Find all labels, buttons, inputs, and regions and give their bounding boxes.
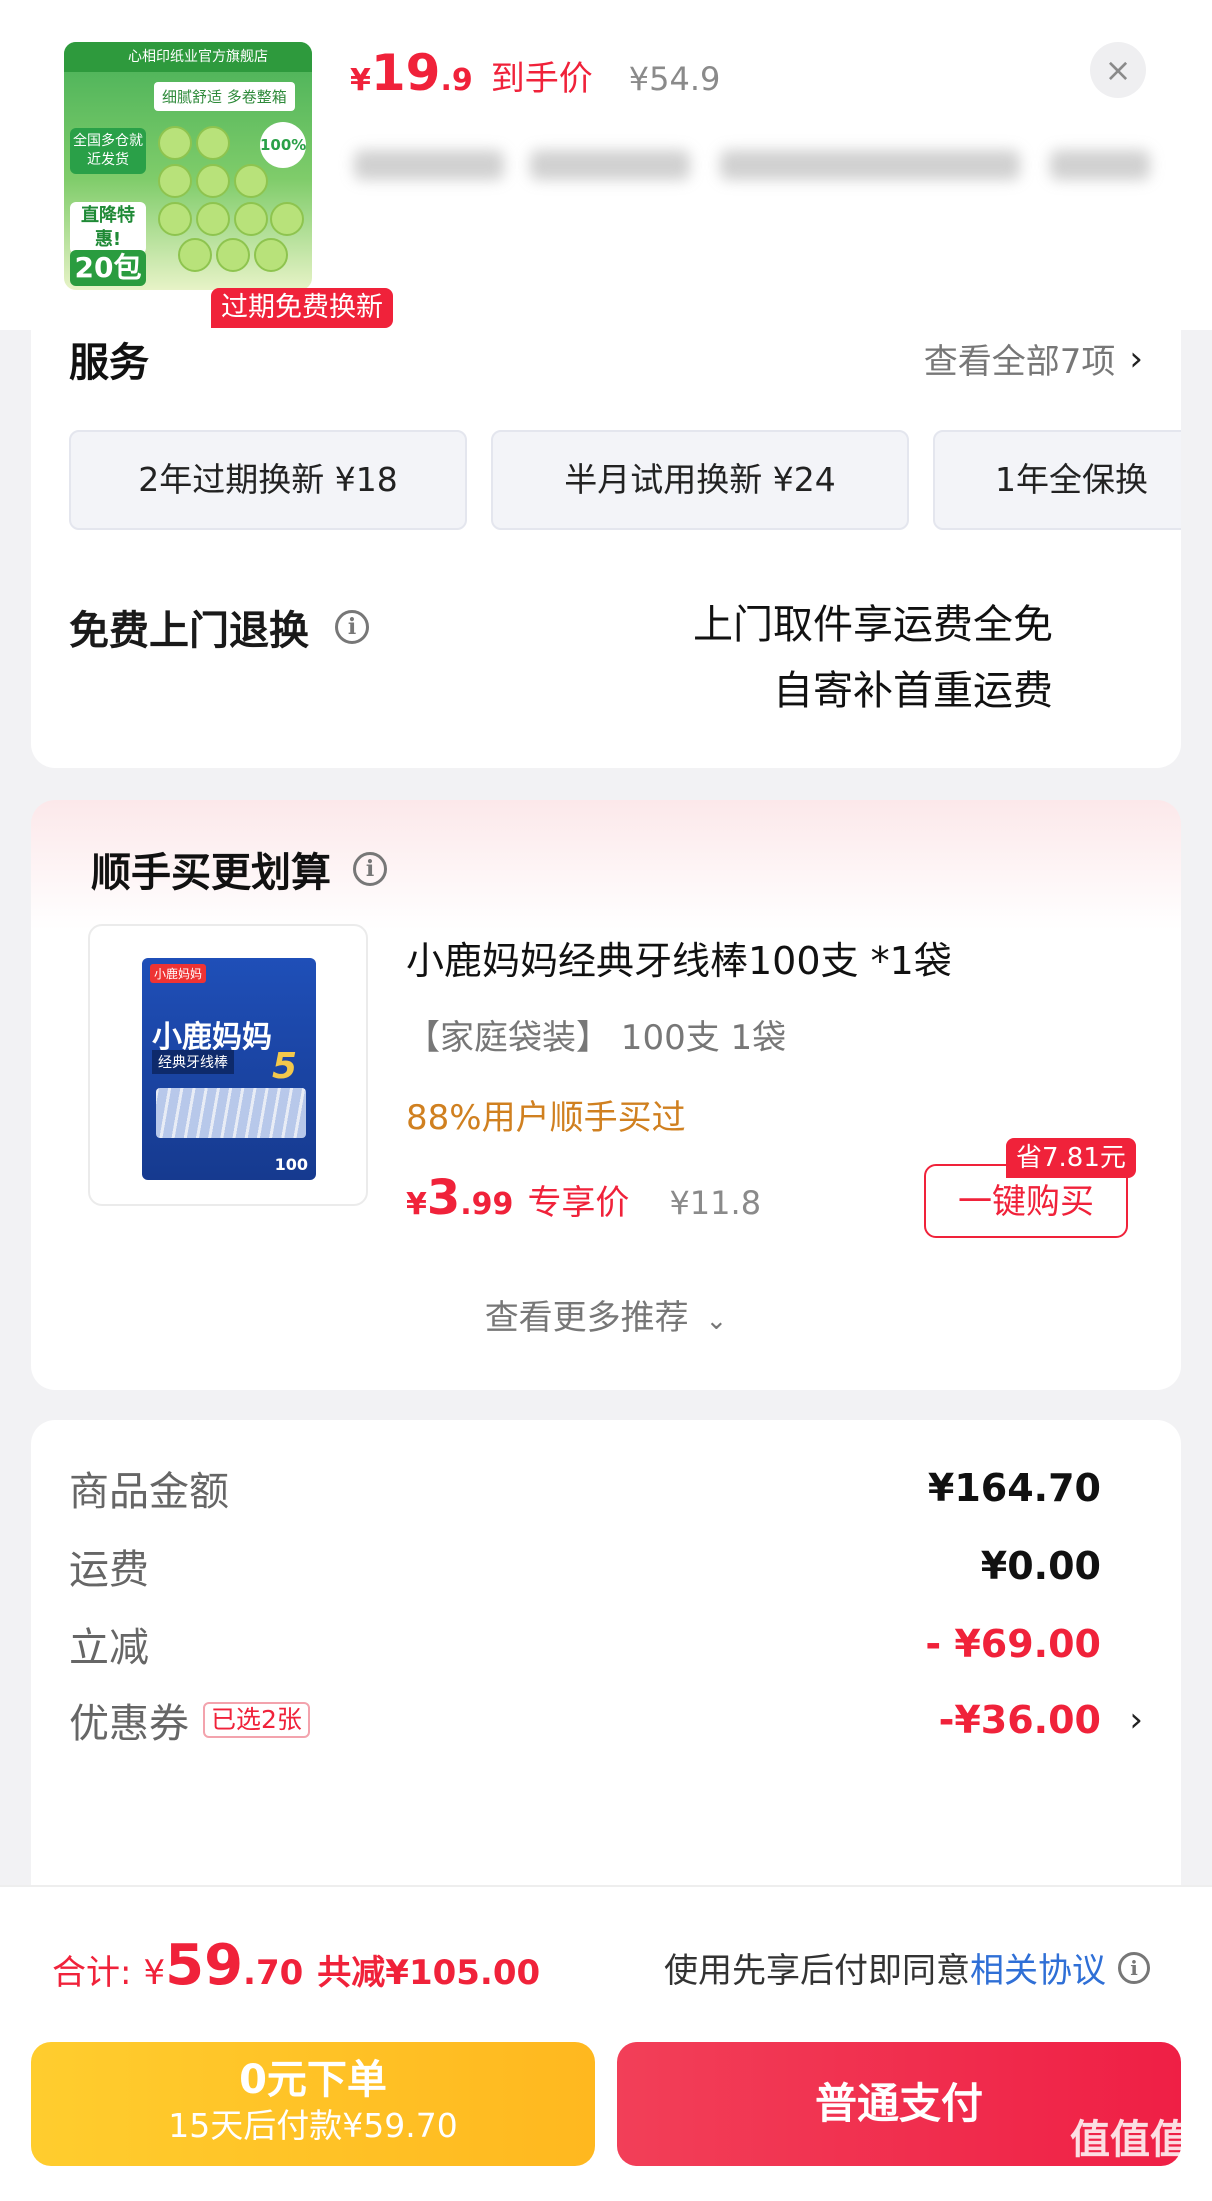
agreement-text: 使用先享后付即同意 [664,1951,970,1991]
price-currency: ¥ [406,1187,427,1222]
total-currency: ¥ [143,1953,166,1993]
price-label: 专享价 [527,1183,630,1223]
summary-value: ¥0.00 [980,1544,1101,1588]
summary-label: 立减 [69,1625,149,1671]
summary-row-discount: 立减 - ¥69.00 [69,1614,1143,1674]
pack-five: 5 [272,1046,298,1087]
free-return-label: 免费上门退换 [69,608,309,654]
return-desc-line-2: 自寄补首重运费 [773,668,1053,714]
service-title: 服务 [69,340,149,386]
pack-sub: 经典牙线棒 [152,1050,234,1074]
return-desc-line-1: 上门取件享运费全免 [693,602,1053,648]
more-recommendations-label: 查看更多推荐 [484,1298,689,1338]
original-price: ¥11.8 [669,1184,762,1222]
view-all-services-link[interactable]: 查看全部7项 › [924,334,1143,383]
summary-label: 优惠券 已选2张 [69,1691,310,1749]
flossers-graphic [156,1088,306,1138]
info-icon[interactable]: i [335,610,369,644]
info-icon[interactable]: i [1118,1951,1150,1984]
watermark-sub: zhizhizhi.com [1075,2164,1185,2183]
addon-title: 顺手买更划算 i [91,840,387,898]
summary-row-coupon[interactable]: 优惠券 已选2张 -¥36.00 › [69,1690,1143,1750]
agreement-notice: 使用先享后付即同意 相关协议 i [664,1943,1150,1992]
thumbnail-brand: 心相印纸业官方旗舰店 [64,42,312,72]
addon-purchase-stat: 88%用户顺手买过 [406,1098,686,1138]
savings-badge: 省7.81元 [1006,1138,1136,1178]
service-option-trial-renew[interactable]: 半月试用换新 ¥24 [491,430,909,530]
service-options: 2年过期换新 ¥18 半月试用换新 ¥24 1年全保换 [69,430,1181,530]
price-decimal: .99 [460,1187,514,1222]
total-saved: 共减¥105.00 [317,1953,541,1993]
addon-title-label: 顺手买更划算 [91,850,331,896]
pay-later-main-label: 0元下单 [239,2057,387,2103]
price-currency: ¥ [350,63,371,98]
thumbnail-tag: 全国多仓就近发货 [70,128,146,174]
price-integer: 19 [370,44,441,102]
more-recommendations-link[interactable]: 查看更多推荐 ⌄ [31,1290,1181,1339]
price-integer: 3 [426,1170,461,1226]
product-header: 心相印纸业官方旗舰店 细腻舒适 多卷整箱 全国多仓就近发货 直降特惠! 20包 … [0,0,1212,330]
summary-value: ¥164.70 [927,1466,1101,1510]
coupon-label: 优惠券 [69,1701,189,1747]
free-return-title: 免费上门退换 i [69,598,369,656]
order-total: 合计: ¥ 59 .70 共减¥105.00 [52,1933,540,1998]
addon-price: ¥ 3 .99 专享价 ¥11.8 [406,1170,761,1226]
price-label: 到手价 [490,59,593,99]
product-thumbnail[interactable]: 心相印纸业官方旗舰店 细腻舒适 多卷整箱 全国多仓就近发货 直降特惠! 20包 … [64,42,312,290]
chevron-down-icon: ⌄ [705,1306,728,1336]
chevron-right-icon: › [1129,1700,1143,1740]
checkout-bar: 合计: ¥ 59 .70 共减¥105.00 使用先享后付即同意 相关协议 i 0… [0,1885,1212,2201]
pack-brand: 小鹿妈妈 [150,964,207,983]
service-option-expiry-renew[interactable]: 2年过期换新 ¥18 [69,430,467,530]
addon-product-spec: 【家庭袋装】 100支 1袋 [406,1018,787,1058]
view-all-label: 查看全部7项 [923,342,1116,382]
watermark-main: 值值值 [1070,2117,1190,2163]
service-card: 服务 查看全部7项 › 2年过期换新 ¥18 半月试用换新 ¥24 1年全保换 … [31,288,1181,768]
original-price: ¥54.9 [628,60,721,98]
thumbnail-count: 20包 [70,250,146,286]
thumbnail-slogan: 细腻舒适 多卷整箱 [154,82,295,111]
close-icon[interactable]: × [1090,42,1146,98]
total-decimal: .70 [243,1953,304,1993]
agreement-link[interactable]: 相关协议 [970,1943,1106,1992]
pack-count: 100 [274,1155,308,1174]
service-option-full-warranty[interactable]: 1年全保换 [933,430,1181,530]
coupon-selected-tag: 已选2张 [203,1702,310,1738]
summary-label: 运费 [69,1547,149,1593]
free-return-description: 上门取件享运费全免 自寄补首重运费 [693,592,1053,724]
blurred-product-title [330,138,1160,192]
header-price: ¥ 19 .9 到手价 ¥54.9 [350,44,720,102]
floss-pack-graphic: 小鹿妈妈 小鹿妈妈 经典牙线棒 5 100 [142,958,316,1180]
addon-product-name[interactable]: 小鹿妈妈经典牙线棒100支 *1袋 [406,930,952,985]
site-watermark: 值值值 zhizhizhi.com [1060,2116,1200,2184]
addon-product-image[interactable]: 小鹿妈妈 小鹿妈妈 经典牙线棒 5 100 [88,924,368,1206]
info-icon[interactable]: i [353,852,387,886]
thumbnail-deal: 直降特惠! [70,202,146,254]
addon-card: 顺手买更划算 i 小鹿妈妈 小鹿妈妈 经典牙线棒 5 100 小鹿妈妈经典牙线棒… [31,800,1181,1390]
thumbnail-badge: 100% [260,122,306,168]
total-integer: 59 [165,1933,244,1998]
summary-value: -¥36.00 [938,1698,1101,1742]
pay-later-sub-label: 15天后付款¥59.70 [168,2106,458,2145]
chevron-right-icon: › [1129,338,1143,379]
price-decimal: .9 [440,63,473,98]
summary-label: 商品金额 [69,1469,229,1515]
service-option-badge: 过期免费换新 [211,288,393,328]
total-label: 合计: [52,1953,132,1993]
summary-value: - ¥69.00 [925,1622,1101,1666]
pay-later-button[interactable]: 0元下单 15天后付款¥59.70 [31,2042,595,2166]
order-summary-card: 商品金额 ¥164.70 运费 ¥0.00 立减 - ¥69.00 优惠券 已选… [31,1420,1181,1890]
summary-row-shipping: 运费 ¥0.00 [69,1536,1143,1596]
summary-row-goods-amount: 商品金额 ¥164.70 [69,1458,1143,1518]
